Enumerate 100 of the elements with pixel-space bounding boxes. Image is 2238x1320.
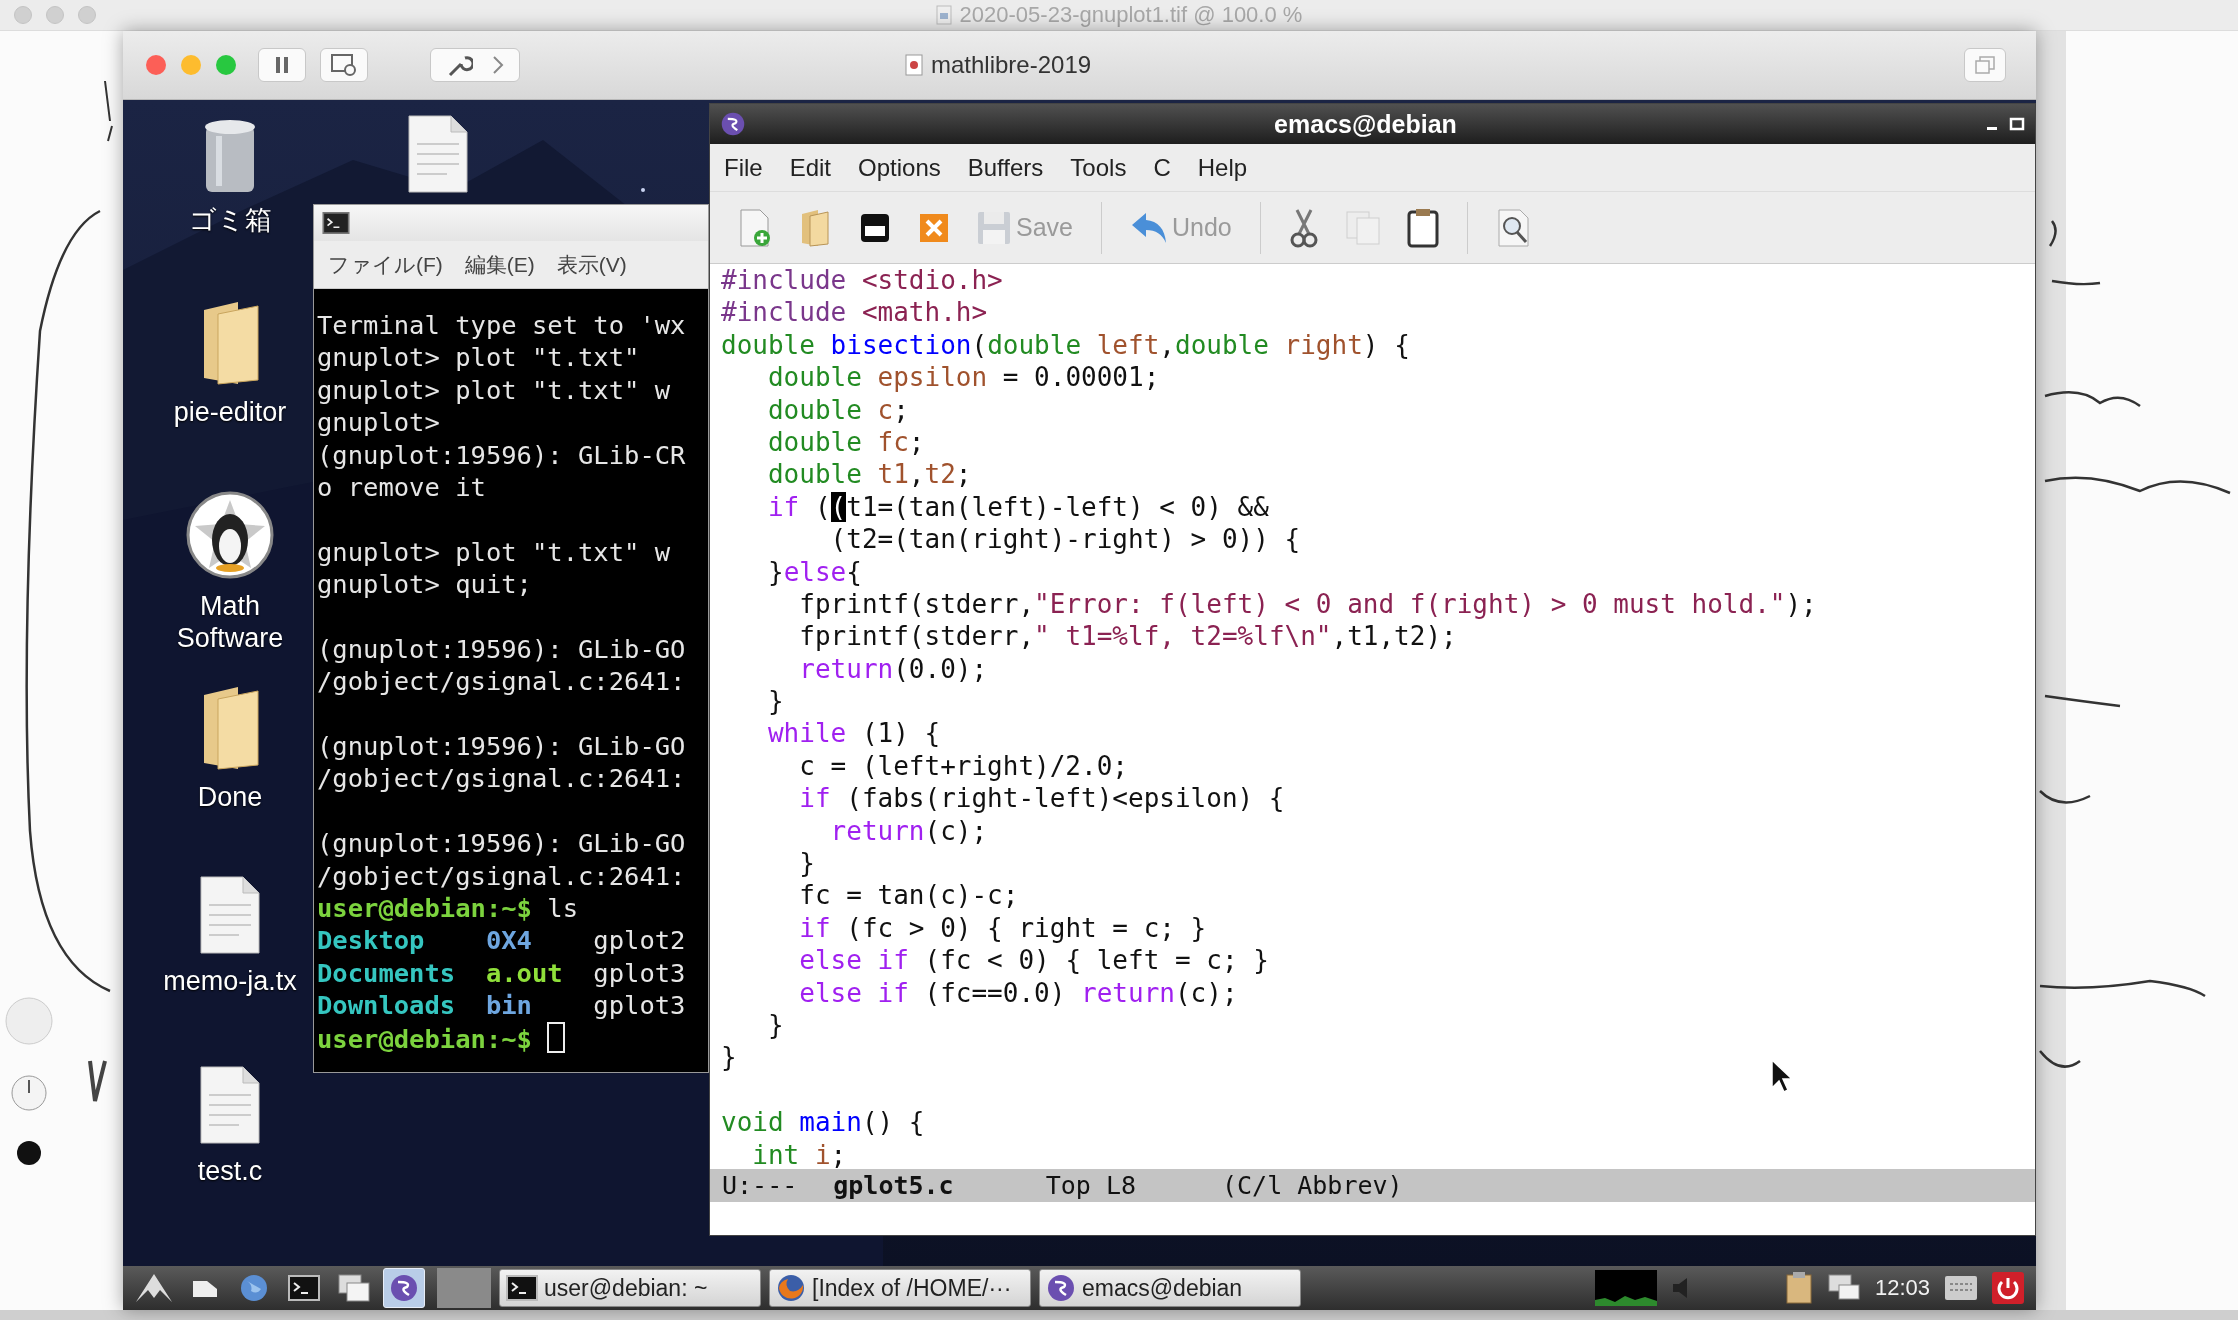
menu-item[interactable]: Buffers	[967, 153, 1044, 182]
cancel-icon	[918, 211, 950, 244]
emacs-icon	[1046, 1273, 1076, 1303]
search-icon	[1495, 207, 1532, 248]
menu-item[interactable]: 編集(E)	[464, 250, 535, 279]
undo-icon	[1130, 210, 1168, 245]
terminal-line: (gnuplot:19596): GLib-CR	[317, 438, 686, 471]
code-line: double t1,t2;	[766, 458, 972, 491]
code-line: #include <stdio.h>	[721, 264, 1003, 297]
terminal-line: /gobject/gsignal.c:2641:	[317, 762, 686, 795]
desktop-icon-label[interactable]: Done	[197, 781, 263, 814]
chevron-icon	[491, 55, 504, 75]
snapshot-button[interactable]	[320, 48, 368, 82]
task-button[interactable]: user@debian: ~	[499, 1269, 761, 1307]
desktop-icon-label[interactable]: Math Software	[155, 590, 305, 655]
snapshot-icon	[331, 54, 357, 76]
scissors-icon	[1288, 207, 1319, 248]
code-line: fprintf(stderr,"Error: f(left) < 0 and f(right) > 0 must hold.");	[798, 587, 1817, 621]
maximize-icon[interactable]	[2009, 116, 2025, 132]
document-icon	[199, 875, 261, 955]
desktop-icon-label[interactable]: memo-ja.tx	[163, 965, 297, 998]
desktop-icon-label[interactable]: test.c	[197, 1155, 263, 1188]
emacs-icon	[720, 111, 746, 137]
terminal-line: gnuplot> quit;	[317, 568, 532, 601]
code-line: }	[766, 1009, 784, 1042]
code-line: else if (fc==0.0) return(c);	[798, 976, 1238, 1009]
desktop-icon-label[interactable]: pie-editor	[173, 396, 287, 429]
task-button[interactable]: [Index of /HOME/···	[769, 1269, 1031, 1307]
trash-can-icon	[202, 118, 258, 194]
code-line: }else{	[766, 555, 862, 588]
pause-button[interactable]	[258, 48, 306, 82]
terminal-line: Downloads bin gplot3	[317, 989, 686, 1022]
keyboard-icon[interactable]	[1944, 1275, 1978, 1301]
code-line: double bisection(double left,double right) {	[721, 328, 1410, 362]
task-button[interactable]: emacs@debian	[1039, 1269, 1301, 1307]
code-line: }	[721, 1041, 737, 1074]
document-icon	[905, 54, 923, 76]
clock: 12:03	[1874, 1275, 1930, 1301]
dot-icon[interactable]	[16, 1140, 42, 1166]
terminal-line: /gobject/gsignal.c:2641:	[317, 665, 686, 698]
terminal-line: (gnuplot:19596): GLib-GO	[317, 730, 686, 763]
menu-item[interactable]: ファイル(F)	[328, 250, 443, 279]
document-icon	[407, 114, 469, 194]
terminal-line: /gobject/gsignal.c:2641:	[317, 859, 686, 893]
browser-icon	[776, 1273, 806, 1303]
code-line: c = (left+right)/2.0;	[798, 749, 1128, 783]
buffer-position: Top L8	[1045, 1171, 1136, 1200]
launcher-button[interactable]	[383, 1268, 425, 1308]
terminal-line: o remove it	[317, 470, 486, 504]
code-line: return(0.0);	[798, 652, 988, 686]
terminal-icon	[506, 1275, 538, 1301]
menu-item[interactable]: Help	[1197, 153, 1248, 182]
code-line: return(c);	[829, 814, 988, 848]
code-line: void main() {	[721, 1106, 925, 1139]
code-line: else if (fc < 0) { left = c; }	[798, 944, 1269, 977]
menu-item[interactable]: Edit	[789, 153, 832, 182]
clipboard-icon[interactable]	[1784, 1271, 1813, 1305]
terminal-line: gnuplot> plot "t.txt"	[317, 341, 640, 374]
major-mode: (C/l Abbrev)	[1222, 1171, 1403, 1200]
terminal-line: Desktop 0X4 gplot2	[317, 924, 686, 957]
activity-graph-icon	[1594, 1270, 1657, 1306]
image-file-icon	[935, 5, 952, 25]
terminal-line: gnuplot>	[317, 406, 440, 439]
terminal-icon	[288, 1275, 320, 1301]
menu-item[interactable]: File	[724, 153, 763, 182]
terminal-line: (gnuplot:19596): GLib-GO	[317, 827, 686, 860]
code-line: int i;	[751, 1138, 847, 1169]
code-line: #include <math.h>	[721, 296, 988, 329]
code-line: }	[798, 847, 815, 880]
windows-icon	[338, 1274, 370, 1302]
window-title: 2020-05-23-gnuplot1.tif @ 100.0 %	[959, 2, 1303, 28]
code-line: fprintf(stderr," t1=%lf, t2=%lf\n",t1,t2);	[798, 620, 1457, 653]
copy-icon	[1344, 209, 1381, 246]
globe-icon	[239, 1273, 269, 1303]
desktop-icon-label[interactable]: ゴミ箱	[188, 204, 272, 237]
code-line: (t2=(tan(right)-right) > 0)) {	[829, 523, 1301, 556]
power-icon[interactable]	[1992, 1272, 2024, 1304]
mode-line-status: U:---	[722, 1171, 798, 1200]
code-line: double c;	[766, 393, 909, 426]
terminal-line: gnuplot> plot "t.txt" w	[317, 373, 671, 407]
dial-icon[interactable]	[10, 1074, 48, 1112]
menu-item[interactable]: Tools	[1070, 153, 1127, 182]
code-line: if ((t1=(tan(left)-left) < 0) &&	[766, 490, 1269, 524]
code-line: if (fc > 0) { right = c; }	[798, 911, 1207, 945]
menu-item[interactable]: Options	[858, 153, 941, 182]
emacs-icon	[389, 1273, 419, 1303]
terminal-line: (gnuplot:19596): GLib-GO	[317, 632, 686, 666]
clipboard-icon	[1406, 207, 1439, 248]
document-icon	[199, 1065, 261, 1145]
network-icon[interactable]	[1826, 1273, 1861, 1303]
windows-icon	[1975, 56, 1995, 74]
terminal-line: Terminal type set to 'wx	[317, 309, 686, 342]
terminal-line: Documents a.out gplot3	[317, 956, 686, 990]
settings-button[interactable]	[430, 48, 520, 82]
round-app-icon	[185, 490, 275, 580]
code-line: while (1) {	[766, 717, 941, 750]
terminal-line: user@debian:~$	[317, 1021, 566, 1054]
menu-item[interactable]: 表示(V)	[556, 250, 627, 279]
menu-item[interactable]: C	[1153, 153, 1171, 182]
terminal-icon	[322, 212, 350, 234]
